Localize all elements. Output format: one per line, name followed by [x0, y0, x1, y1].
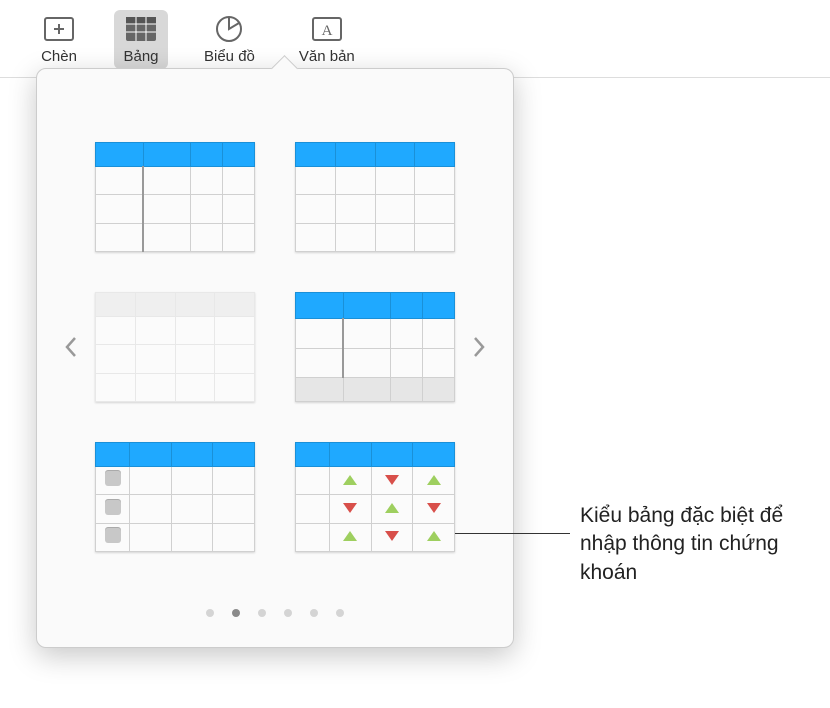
- triangle-down-icon: [343, 503, 357, 513]
- toolbar-text-label: Văn bản: [299, 48, 355, 65]
- page-dot-2[interactable]: [232, 609, 240, 617]
- page-dot-4[interactable]: [284, 609, 292, 617]
- table-style-stock[interactable]: [295, 442, 455, 552]
- chart-icon: [210, 14, 248, 44]
- toolbar-text[interactable]: A Văn bản: [291, 10, 363, 69]
- table-style-1[interactable]: [95, 142, 255, 252]
- table-style-grid: [85, 142, 465, 552]
- triangle-down-icon: [427, 503, 441, 513]
- page-dot-6[interactable]: [336, 609, 344, 617]
- triangle-down-icon: [385, 531, 399, 541]
- page-dot-1[interactable]: [206, 609, 214, 617]
- callout-leader-line: [455, 533, 570, 534]
- prev-page-button[interactable]: [57, 336, 85, 358]
- triangle-up-icon: [385, 503, 399, 513]
- checkbox-icon: [105, 499, 121, 515]
- toolbar: Chèn Bảng Biểu đồ A: [0, 0, 830, 78]
- checkbox-icon: [105, 527, 121, 543]
- toolbar-insert-label: Chèn: [41, 48, 77, 65]
- table-style-4[interactable]: [295, 292, 455, 402]
- toolbar-chart-label: Biểu đồ: [204, 48, 255, 65]
- page-dot-3[interactable]: [258, 609, 266, 617]
- popover-body: [57, 109, 493, 585]
- page-dot-5[interactable]: [310, 609, 318, 617]
- table-icon: [122, 14, 160, 44]
- triangle-down-icon: [385, 475, 399, 485]
- toolbar-chart[interactable]: Biểu đồ: [196, 10, 263, 69]
- svg-text:A: A: [321, 23, 332, 39]
- page-dots: [57, 585, 493, 617]
- triangle-up-icon: [343, 475, 357, 485]
- insert-icon: [40, 14, 78, 44]
- next-page-button[interactable]: [465, 336, 493, 358]
- table-style-3[interactable]: [95, 292, 255, 402]
- triangle-up-icon: [427, 475, 441, 485]
- text-icon: A: [308, 14, 346, 44]
- toolbar-insert[interactable]: Chèn: [32, 10, 86, 69]
- triangle-up-icon: [343, 531, 357, 541]
- callout-text: Kiểu bảng đặc biệt để nhập thông tin chứ…: [580, 502, 820, 587]
- table-style-2[interactable]: [295, 142, 455, 252]
- triangle-up-icon: [427, 531, 441, 541]
- toolbar-table[interactable]: Bảng: [114, 10, 168, 69]
- checkbox-icon: [105, 470, 121, 486]
- table-style-5[interactable]: [95, 442, 255, 552]
- table-style-popover: [36, 68, 514, 648]
- toolbar-table-label: Bảng: [123, 48, 158, 65]
